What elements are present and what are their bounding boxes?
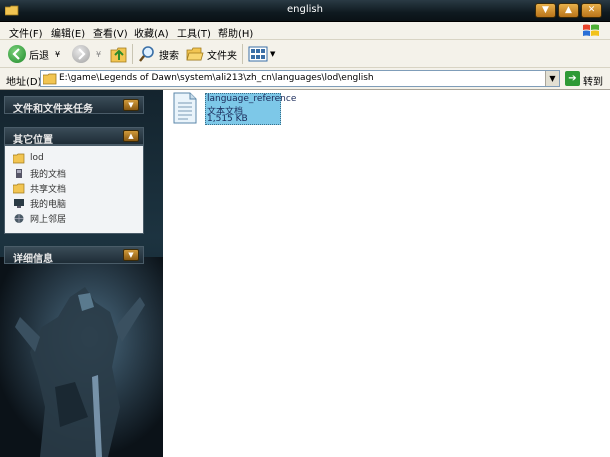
search-label: 搜索 xyxy=(159,50,179,62)
menu-tools[interactable]: 工具(T) xyxy=(177,25,211,40)
back-button[interactable]: 后退 ¥ xyxy=(8,43,60,65)
shared-folder-icon xyxy=(13,183,25,193)
folder-icon xyxy=(43,73,57,85)
menu-bar: 文件(F) 编辑(E) 查看(V) 收藏(A) 工具(T) 帮助(H) xyxy=(0,22,610,40)
folders-icon xyxy=(186,47,204,61)
expand-chevron-icon[interactable]: ▼ xyxy=(123,249,139,261)
network-globe-icon xyxy=(14,213,24,223)
forward-arrow-icon xyxy=(72,45,90,63)
forward-dropdown-icon[interactable]: ¥ xyxy=(96,50,101,59)
forward-button[interactable]: ¥ xyxy=(72,43,101,65)
place-link-network[interactable]: 网上邻居 xyxy=(13,211,66,225)
file-item[interactable]: language_reference 文本文档 1,515 KB xyxy=(173,92,296,126)
place-link-shared-documents[interactable]: 共享文档 xyxy=(13,181,66,195)
details-header[interactable]: 详细信息 ▼ xyxy=(4,246,144,265)
folder-icon xyxy=(13,153,25,163)
go-button[interactable]: 转到 xyxy=(583,73,603,88)
menu-edit[interactable]: 编辑(E) xyxy=(51,25,85,40)
address-bar: 地址(D) E:\game\Legends of Dawn\system\ali… xyxy=(0,68,610,90)
task-pane: 文件和文件夹任务 ▼ 其它位置 ▲ lod 我的文档 共享文档 我的电脑 网上邻… xyxy=(0,90,163,457)
search-icon xyxy=(139,46,154,62)
menu-view[interactable]: 查看(V) xyxy=(93,25,128,40)
search-button[interactable]: 搜索 xyxy=(138,43,179,65)
folders-label: 文件夹 xyxy=(207,50,237,62)
window-title: english xyxy=(287,4,323,15)
views-grid-icon xyxy=(248,46,268,62)
title-bar: english ▼ ▲ ✕ xyxy=(0,0,610,22)
toolbar: 后退 ¥ ¥ 搜索 文件夹 ▼ xyxy=(0,40,610,68)
file-folder-tasks-header[interactable]: 文件和文件夹任务 ▼ xyxy=(4,96,144,115)
up-button[interactable] xyxy=(110,43,128,65)
expand-chevron-icon[interactable]: ▼ xyxy=(123,99,139,111)
back-dropdown-icon[interactable]: ¥ xyxy=(55,50,60,59)
other-places-header[interactable]: 其它位置 ▲ xyxy=(4,127,144,146)
back-arrow-icon xyxy=(8,45,26,63)
place-link-my-documents[interactable]: 我的文档 xyxy=(13,166,66,180)
maximize-button[interactable]: ▲ xyxy=(558,3,579,18)
address-dropdown-button[interactable]: ▼ xyxy=(545,71,559,86)
my-documents-icon xyxy=(16,168,22,178)
minimize-button[interactable]: ▼ xyxy=(535,3,556,18)
views-button[interactable]: ▼ xyxy=(248,43,275,65)
menu-file[interactable]: 文件(F) xyxy=(9,25,43,40)
collapse-chevron-icon[interactable]: ▲ xyxy=(123,130,139,142)
computer-icon xyxy=(14,198,24,208)
text-document-icon xyxy=(173,92,197,124)
folders-button[interactable]: 文件夹 xyxy=(186,43,237,65)
address-input[interactable]: E:\game\Legends of Dawn\system\ali213\zh… xyxy=(40,70,560,87)
back-label: 后退 xyxy=(29,50,49,62)
other-places-panel: lod 我的文档 共享文档 我的电脑 网上邻居 xyxy=(4,145,144,234)
menu-help[interactable]: 帮助(H) xyxy=(218,25,253,40)
file-name: language_reference xyxy=(207,94,297,104)
warrior-wallpaper-image xyxy=(0,257,163,457)
address-path: E:\game\Legends of Dawn\system\ali213\zh… xyxy=(59,73,374,83)
address-label: 地址(D) xyxy=(6,77,42,88)
toolbar-separator xyxy=(242,44,243,64)
views-dropdown-icon[interactable]: ▼ xyxy=(270,50,275,58)
folder-up-icon xyxy=(110,47,127,63)
file-size: 1,515 KB xyxy=(207,114,248,124)
windows-logo-icon xyxy=(583,24,599,36)
details-title: 详细信息 xyxy=(13,254,53,265)
menu-favorites[interactable]: 收藏(A) xyxy=(134,25,169,40)
go-arrow-icon[interactable]: ➔ xyxy=(565,71,580,86)
close-button[interactable]: ✕ xyxy=(581,3,602,18)
tasks-title: 文件和文件夹任务 xyxy=(13,104,93,115)
file-list-view[interactable]: language_reference 文本文档 1,515 KB xyxy=(163,90,610,457)
place-link-my-computer[interactable]: 我的电脑 xyxy=(13,196,66,210)
place-link-lod[interactable]: lod xyxy=(13,151,44,165)
other-places-title: 其它位置 xyxy=(13,135,53,146)
toolbar-separator xyxy=(132,44,133,64)
